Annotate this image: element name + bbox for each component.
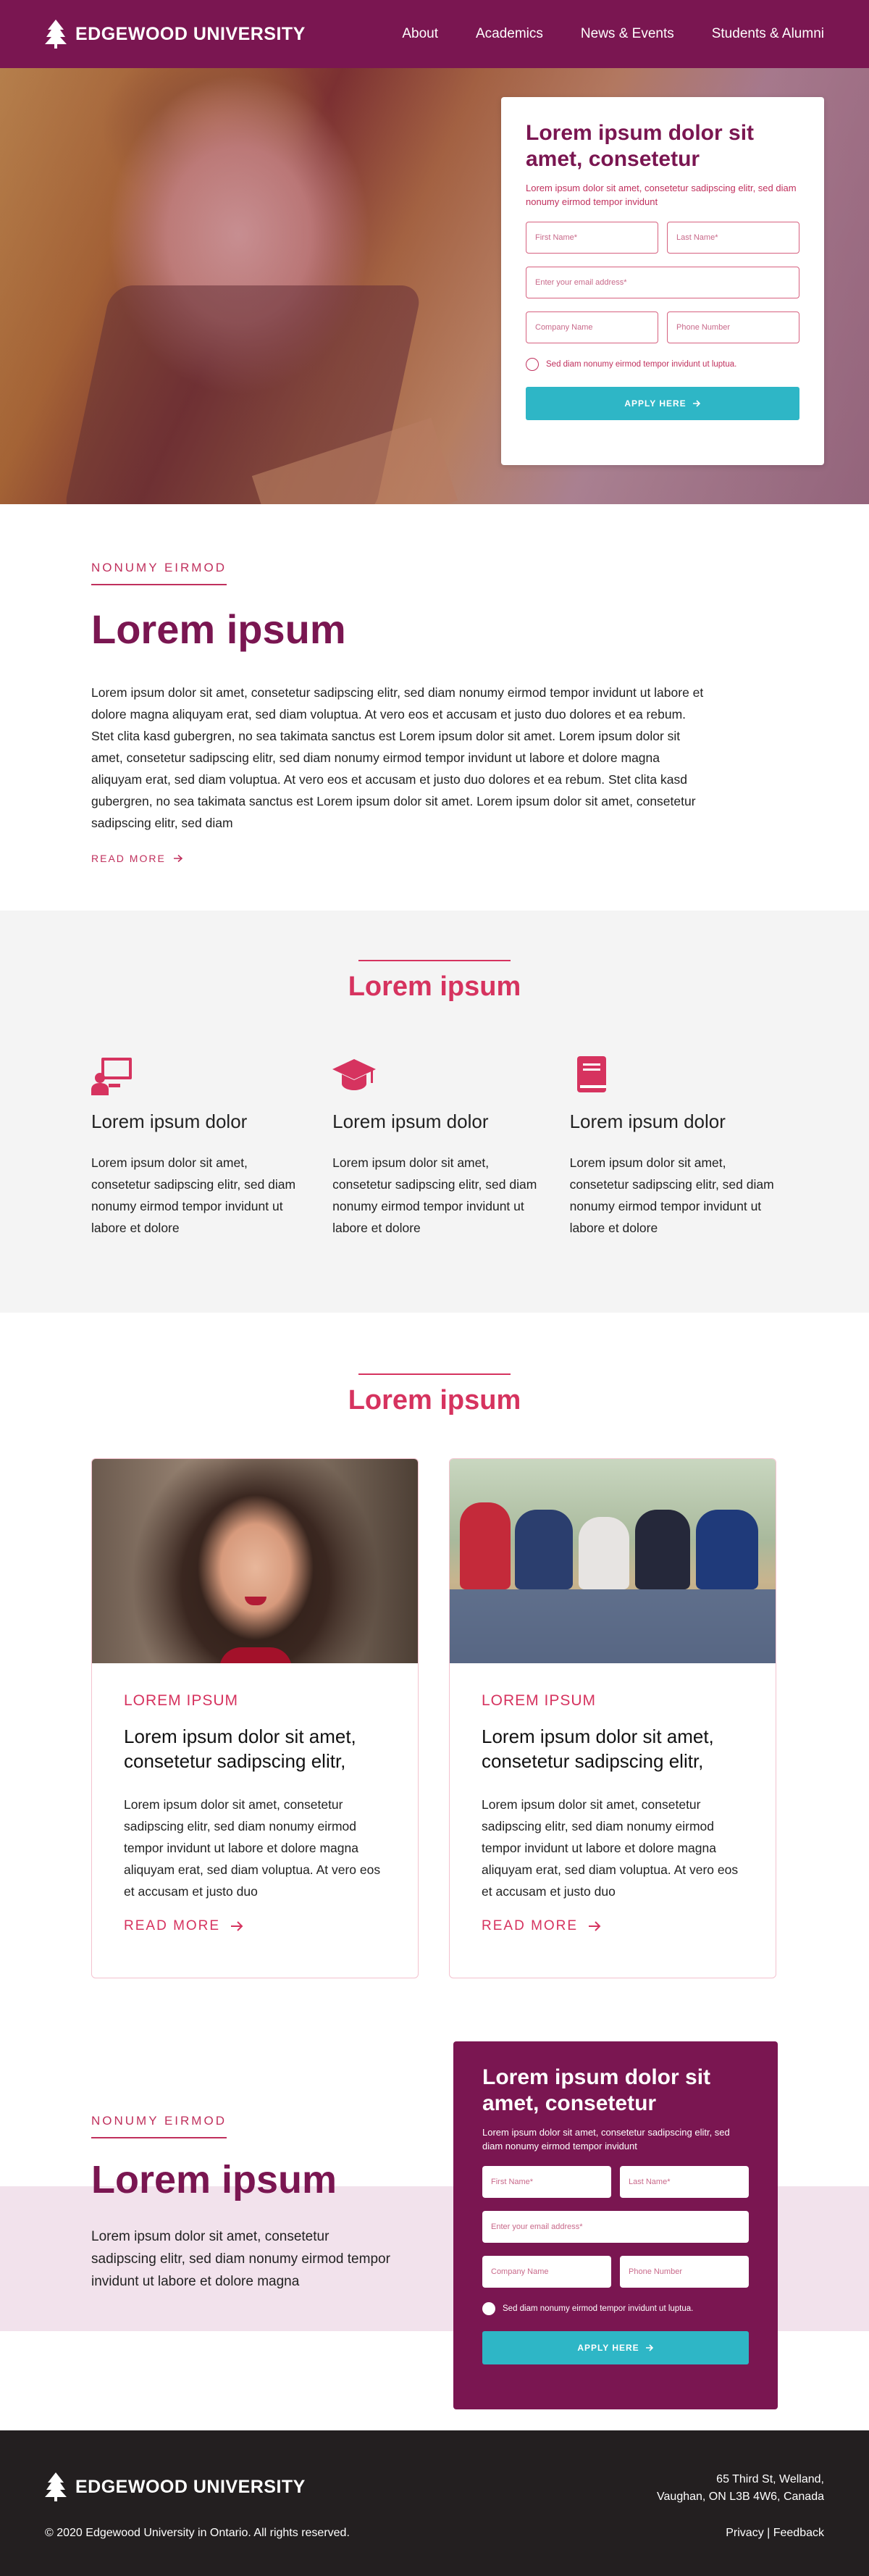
apply-button[interactable]: APPLY HERE <box>526 387 799 420</box>
card-image-detail <box>245 1597 266 1605</box>
address-line: 65 Third St, Welland, <box>716 2473 824 2485</box>
card-image-detail <box>450 1589 776 1663</box>
hero-application-form: Lorem ipsum dolor sit amet, consetetur L… <box>501 97 824 465</box>
card-image-detail <box>696 1510 758 1589</box>
arrow-right-icon <box>645 2344 653 2351</box>
main-nav: About Academics News & Events Students &… <box>402 26 824 42</box>
consent-radio[interactable] <box>482 2302 495 2315</box>
cards-section: Lorem ipsum LOREM IPSUM Lorem ipsum dolo… <box>0 1313 869 2041</box>
intro-section: NONUMY EIRMOD Lorem ipsum Lorem ipsum do… <box>0 504 869 911</box>
feature-title: Lorem ipsum dolor <box>569 1111 726 1132</box>
first-name-field[interactable]: First Name* <box>482 2166 611 2198</box>
card-image-detail <box>460 1502 511 1589</box>
feature-item: Lorem ipsum dolor Lorem ipsum dolor sit … <box>332 1055 540 1239</box>
apply-button-label: APPLY HERE <box>624 398 687 409</box>
nav-students-alumni[interactable]: Students & Alumni <box>712 26 824 42</box>
email-field[interactable]: Enter your email address* <box>482 2211 749 2243</box>
nav-about[interactable]: About <box>402 26 438 42</box>
read-more-label: READ MORE <box>91 853 166 864</box>
phone-field[interactable]: Phone Number <box>667 311 799 343</box>
card-image-detail <box>515 1510 573 1589</box>
apply-button-label: APPLY HERE <box>577 2343 639 2353</box>
intro-eyebrow: NONUMY EIRMOD <box>91 561 227 585</box>
arrow-right-icon <box>692 400 700 407</box>
read-more-label: READ MORE <box>124 1918 221 1933</box>
pine-tree-icon <box>45 20 67 49</box>
cta-title: Lorem ipsum <box>91 2158 337 2201</box>
site-footer: EDGEWOOD UNIVERSITY 65 Third St, Welland… <box>0 2430 869 2576</box>
nav-news-events[interactable]: News & Events <box>581 26 674 42</box>
card-eyebrow: LOREM IPSUM <box>124 1692 239 1709</box>
feature-title: Lorem ipsum dolor <box>332 1111 489 1132</box>
hero-section: Lorem ipsum dolor sit amet, consetetur L… <box>0 68 869 504</box>
nav-academics[interactable]: Academics <box>476 26 543 42</box>
feature-item: Lorem ipsum dolor Lorem ipsum dolor sit … <box>570 1055 778 1239</box>
section-rule <box>358 1373 511 1375</box>
section-rule <box>358 960 511 961</box>
form-title: Lorem ipsum dolor sit amet, consetetur <box>482 2065 711 2115</box>
page: EDGEWOOD UNIVERSITY About Academics News… <box>0 0 869 2576</box>
intro-body: Lorem ipsum dolor sit amet, consetetur s… <box>91 685 704 830</box>
pine-tree-icon <box>45 2472 67 2501</box>
feature-item: Lorem ipsum dolor Lorem ipsum dolor sit … <box>91 1055 303 1239</box>
features-title: Lorem ipsum <box>348 971 521 1002</box>
brand-logo[interactable]: EDGEWOOD UNIVERSITY <box>45 20 306 49</box>
cta-eyebrow: NONUMY EIRMOD <box>91 2114 227 2138</box>
brand-name: EDGEWOOD UNIVERSITY <box>75 2476 306 2497</box>
card-read-more-link[interactable]: READ MORE <box>124 1918 386 1934</box>
card-title: Lorem ipsum dolor sit amet, consetetur s… <box>124 1726 356 1772</box>
form-subtitle: Lorem ipsum dolor sit amet, consetetur s… <box>482 2127 730 2151</box>
company-field[interactable]: Company Name <box>482 2256 611 2288</box>
news-card[interactable]: LOREM IPSUM Lorem ipsum dolor sit amet, … <box>449 1458 776 1978</box>
feature-title: Lorem ipsum dolor <box>91 1111 248 1132</box>
consent-label: Sed diam nonumy eirmod tempor invidunt u… <box>503 2304 694 2313</box>
intro-read-more-link[interactable]: READ MORE <box>91 853 778 864</box>
cta-application-form: Lorem ipsum dolor sit amet, consetetur L… <box>453 2041 778 2409</box>
email-field[interactable]: Enter your email address* <box>526 267 799 298</box>
card-image-detail <box>635 1510 690 1589</box>
read-more-label: READ MORE <box>482 1918 579 1933</box>
book-icon <box>576 1056 606 1092</box>
consent-radio[interactable] <box>526 358 539 371</box>
card-image-student-group <box>450 1459 776 1663</box>
card-image-detail <box>219 1647 292 1663</box>
features-section: Lorem ipsum Lorem ipsum dolor Lorem ipsu… <box>0 911 869 1313</box>
feature-body: Lorem ipsum dolor sit amet, consetetur s… <box>91 1155 296 1235</box>
intro-title: Lorem ipsum <box>91 606 346 652</box>
last-name-field[interactable]: Last Name* <box>667 222 799 254</box>
feature-body: Lorem ipsum dolor sit amet, consetetur s… <box>332 1155 537 1235</box>
site-header: EDGEWOOD UNIVERSITY About Academics News… <box>0 0 869 68</box>
card-read-more-link[interactable]: READ MORE <box>482 1918 744 1934</box>
apply-button[interactable]: APPLY HERE <box>482 2331 749 2364</box>
card-image-detail <box>579 1517 629 1589</box>
form-title: Lorem ipsum dolor sit amet, consetetur <box>526 121 755 171</box>
form-subtitle: Lorem ipsum dolor sit amet, consetetur s… <box>526 183 797 207</box>
card-image-smiling-woman <box>92 1459 418 1663</box>
first-name-field[interactable]: First Name* <box>526 222 658 254</box>
card-eyebrow: LOREM IPSUM <box>482 1692 597 1709</box>
card-title: Lorem ipsum dolor sit amet, consetetur s… <box>482 1726 714 1772</box>
cta-body: Lorem ipsum dolor sit amet, consetetur s… <box>91 2229 390 2289</box>
footer-brand-logo[interactable]: EDGEWOOD UNIVERSITY <box>45 2472 306 2501</box>
brand-name: EDGEWOOD UNIVERSITY <box>75 23 306 44</box>
company-field[interactable]: Company Name <box>526 311 658 343</box>
arrow-right-icon <box>231 1921 243 1931</box>
news-card[interactable]: LOREM IPSUM Lorem ipsum dolor sit amet, … <box>91 1458 419 1978</box>
teacher-board-icon <box>91 1058 132 1095</box>
footer-copyright: © 2020 Edgewood University in Ontario. A… <box>45 2527 350 2539</box>
card-text: Lorem ipsum dolor sit amet, consetetur s… <box>482 1797 739 1899</box>
cards-title: Lorem ipsum <box>348 1385 521 1415</box>
footer-address: 65 Third St, Welland, Vaughan, ON L3B 4W… <box>657 2471 824 2506</box>
last-name-field[interactable]: Last Name* <box>620 2166 749 2198</box>
graduation-cap-icon <box>332 1059 377 1090</box>
card-text: Lorem ipsum dolor sit amet, consetetur s… <box>124 1797 381 1899</box>
feature-body: Lorem ipsum dolor sit amet, consetetur s… <box>569 1155 774 1235</box>
phone-field[interactable]: Phone Number <box>620 2256 749 2288</box>
footer-links[interactable]: Privacy | Feedback <box>726 2527 824 2540</box>
arrow-right-icon <box>173 854 182 863</box>
address-line: Vaughan, ON L3B 4W6, Canada <box>657 2491 824 2503</box>
arrow-right-icon <box>589 1921 601 1931</box>
consent-label: Sed diam nonumy eirmod tempor invidunt u… <box>546 360 737 369</box>
cta-section: NONUMY EIRMOD Lorem ipsum Lorem ipsum do… <box>0 2041 869 2455</box>
